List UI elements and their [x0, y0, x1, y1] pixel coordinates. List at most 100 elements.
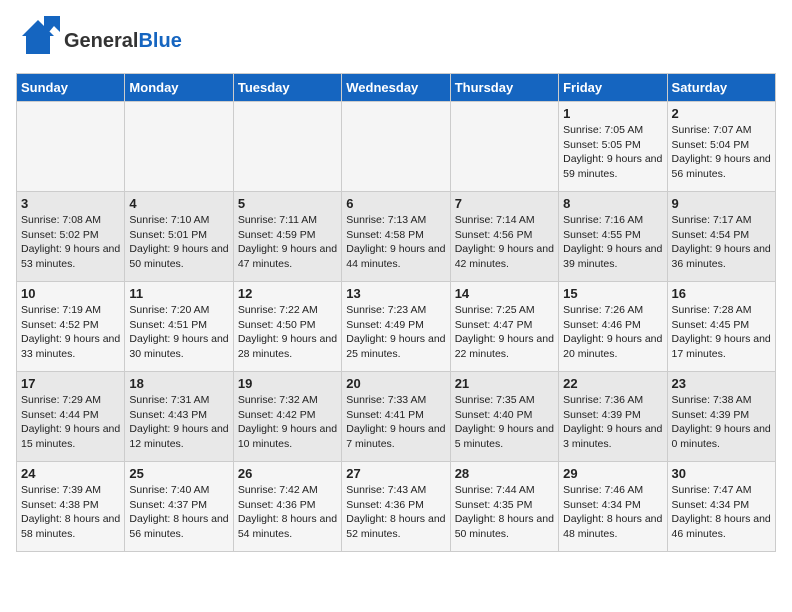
week-row-1: 1 Sunrise: 7:05 AM Sunset: 5:05 PM Daylig…: [17, 102, 776, 192]
day-number: 19: [238, 376, 337, 391]
day-cell: 15Sunrise: 7:26 AM Sunset: 4:46 PM Dayli…: [559, 282, 667, 372]
week-row-3: 10 Sunrise: 7:19 AM Sunset: 4:52 PM Dayli…: [17, 282, 776, 372]
day-number: 20: [346, 376, 445, 391]
day-info: Sunrise: 7:25 AM Sunset: 4:47 PM Dayligh…: [455, 303, 554, 362]
day-info: Sunrise: 7:47 AM Sunset: 4:34 PM Dayligh…: [672, 483, 771, 542]
day-cell: 19 Sunrise: 7:32 AM Sunset: 4:42 PM Dayli…: [233, 372, 341, 462]
day-info: Sunrise: 7:16 AM Sunset: 4:55 PM Dayligh…: [563, 213, 662, 272]
day-info: Sunrise: 7:32 AM Sunset: 4:42 PM Dayligh…: [238, 393, 337, 452]
day-info: Sunrise: 7:43 AM Sunset: 4:36 PM Dayligh…: [346, 483, 445, 542]
day-cell: 21 Sunrise: 7:35 AM Sunset: 4:40 PM Dayli…: [450, 372, 558, 462]
day-cell: 6 Sunrise: 7:13 AM Sunset: 4:58 PM Daylig…: [342, 192, 450, 282]
day-info: Sunrise: 7:44 AM Sunset: 4:35 PM Dayligh…: [455, 483, 554, 542]
day-info: Sunrise: 7:10 AM Sunset: 5:01 PM Dayligh…: [129, 213, 228, 272]
day-cell: 5 Sunrise: 7:11 AM Sunset: 4:59 PM Daylig…: [233, 192, 341, 282]
day-info: Sunrise: 7:28 AM Sunset: 4:45 PM Dayligh…: [672, 303, 771, 362]
day-number: 6: [346, 196, 445, 211]
day-cell: 16 Sunrise: 7:28 AM Sunset: 4:45 PM Dayli…: [667, 282, 775, 372]
day-cell: 18 Sunrise: 7:31 AM Sunset: 4:43 PM Dayli…: [125, 372, 233, 462]
day-info: Sunrise: 7:14 AM Sunset: 4:56 PM Dayligh…: [455, 213, 554, 272]
day-cell: [450, 102, 558, 192]
day-number: 15: [563, 286, 662, 301]
day-cell: 2 Sunrise: 7:07 AM Sunset: 5:04 PM Daylig…: [667, 102, 775, 192]
day-info: Sunrise: 7:05 AM Sunset: 5:05 PM Dayligh…: [563, 123, 662, 182]
day-cell: 9 Sunrise: 7:17 AM Sunset: 4:54 PM Daylig…: [667, 192, 775, 282]
day-info: Sunrise: 7:29 AM Sunset: 4:44 PM Dayligh…: [21, 393, 120, 452]
day-cell: 3Sunrise: 7:08 AM Sunset: 5:02 PM Daylig…: [17, 192, 125, 282]
day-cell: 10 Sunrise: 7:19 AM Sunset: 4:52 PM Dayli…: [17, 282, 125, 372]
week-row-5: 24 Sunrise: 7:39 AM Sunset: 4:38 PM Dayli…: [17, 462, 776, 552]
day-cell: 4 Sunrise: 7:10 AM Sunset: 5:01 PM Daylig…: [125, 192, 233, 282]
day-cell: 30 Sunrise: 7:47 AM Sunset: 4:34 PM Dayli…: [667, 462, 775, 552]
weekday-header-row: SundayMondayTuesdayWednesdayThursdayFrid…: [17, 74, 776, 102]
day-number: 7: [455, 196, 554, 211]
day-number: 2: [672, 106, 771, 121]
day-number: 28: [455, 466, 554, 481]
day-cell: 22 Sunrise: 7:36 AM Sunset: 4:39 PM Dayli…: [559, 372, 667, 462]
day-info: Sunrise: 7:17 AM Sunset: 4:54 PM Dayligh…: [672, 213, 771, 272]
day-cell: 12Sunrise: 7:22 AM Sunset: 4:50 PM Dayli…: [233, 282, 341, 372]
day-number: 10: [21, 286, 120, 301]
day-number: 9: [672, 196, 771, 211]
page-header: GeneralBlue: [16, 16, 776, 65]
day-info: Sunrise: 7:46 AM Sunset: 4:34 PM Dayligh…: [563, 483, 662, 542]
day-info: Sunrise: 7:36 AM Sunset: 4:39 PM Dayligh…: [563, 393, 662, 452]
day-number: 16: [672, 286, 771, 301]
day-cell: 29 Sunrise: 7:46 AM Sunset: 4:34 PM Dayli…: [559, 462, 667, 552]
day-cell: 26 Sunrise: 7:42 AM Sunset: 4:36 PM Dayli…: [233, 462, 341, 552]
day-cell: 27 Sunrise: 7:43 AM Sunset: 4:36 PM Dayli…: [342, 462, 450, 552]
day-number: 8: [563, 196, 662, 211]
day-number: 27: [346, 466, 445, 481]
day-cell: 7 Sunrise: 7:14 AM Sunset: 4:56 PM Daylig…: [450, 192, 558, 282]
day-number: 11: [129, 286, 228, 301]
day-cell: 23 Sunrise: 7:38 AM Sunset: 4:39 PM Dayli…: [667, 372, 775, 462]
day-info: Sunrise: 7:42 AM Sunset: 4:36 PM Dayligh…: [238, 483, 337, 542]
day-number: 29: [563, 466, 662, 481]
logo-text: GeneralBlue: [64, 30, 182, 52]
day-cell: 13Sunrise: 7:23 AM Sunset: 4:49 PM Dayli…: [342, 282, 450, 372]
day-cell: 24 Sunrise: 7:39 AM Sunset: 4:38 PM Dayli…: [17, 462, 125, 552]
day-number: 18: [129, 376, 228, 391]
day-number: 4: [129, 196, 228, 211]
day-info: Sunrise: 7:11 AM Sunset: 4:59 PM Dayligh…: [238, 213, 337, 272]
day-info: Sunrise: 7:19 AM Sunset: 4:52 PM Dayligh…: [21, 303, 120, 362]
day-number: 22: [563, 376, 662, 391]
day-info: Sunrise: 7:31 AM Sunset: 4:43 PM Dayligh…: [129, 393, 228, 452]
day-number: 5: [238, 196, 337, 211]
day-info: Sunrise: 7:33 AM Sunset: 4:41 PM Dayligh…: [346, 393, 445, 452]
weekday-header-monday: Monday: [125, 74, 233, 102]
day-cell: 28 Sunrise: 7:44 AM Sunset: 4:35 PM Dayli…: [450, 462, 558, 552]
day-number: 23: [672, 376, 771, 391]
day-info: Sunrise: 7:08 AM Sunset: 5:02 PM Dayligh…: [21, 213, 120, 272]
day-number: 1: [563, 106, 662, 121]
day-cell: 1 Sunrise: 7:05 AM Sunset: 5:05 PM Daylig…: [559, 102, 667, 192]
day-cell: [233, 102, 341, 192]
day-number: 12: [238, 286, 337, 301]
weekday-header-sunday: Sunday: [17, 74, 125, 102]
weekday-header-saturday: Saturday: [667, 74, 775, 102]
weekday-header-thursday: Thursday: [450, 74, 558, 102]
day-cell: 20 Sunrise: 7:33 AM Sunset: 4:41 PM Dayli…: [342, 372, 450, 462]
day-number: 24: [21, 466, 120, 481]
week-row-2: 3Sunrise: 7:08 AM Sunset: 5:02 PM Daylig…: [17, 192, 776, 282]
day-cell: 14 Sunrise: 7:25 AM Sunset: 4:47 PM Dayli…: [450, 282, 558, 372]
day-number: 21: [455, 376, 554, 391]
day-cell: [17, 102, 125, 192]
day-info: Sunrise: 7:35 AM Sunset: 4:40 PM Dayligh…: [455, 393, 554, 452]
logo-icon: [16, 16, 60, 65]
day-number: 13: [346, 286, 445, 301]
week-row-4: 17 Sunrise: 7:29 AM Sunset: 4:44 PM Dayli…: [17, 372, 776, 462]
weekday-header-wednesday: Wednesday: [342, 74, 450, 102]
weekday-header-friday: Friday: [559, 74, 667, 102]
day-info: Sunrise: 7:40 AM Sunset: 4:37 PM Dayligh…: [129, 483, 228, 542]
day-number: 14: [455, 286, 554, 301]
day-number: 30: [672, 466, 771, 481]
day-cell: 25Sunrise: 7:40 AM Sunset: 4:37 PM Dayli…: [125, 462, 233, 552]
calendar-table: SundayMondayTuesdayWednesdayThursdayFrid…: [16, 73, 776, 552]
day-number: 17: [21, 376, 120, 391]
day-info: Sunrise: 7:07 AM Sunset: 5:04 PM Dayligh…: [672, 123, 771, 182]
day-info: Sunrise: 7:38 AM Sunset: 4:39 PM Dayligh…: [672, 393, 771, 452]
day-info: Sunrise: 7:39 AM Sunset: 4:38 PM Dayligh…: [21, 483, 120, 542]
day-number: 26: [238, 466, 337, 481]
day-info: Sunrise: 7:13 AM Sunset: 4:58 PM Dayligh…: [346, 213, 445, 272]
